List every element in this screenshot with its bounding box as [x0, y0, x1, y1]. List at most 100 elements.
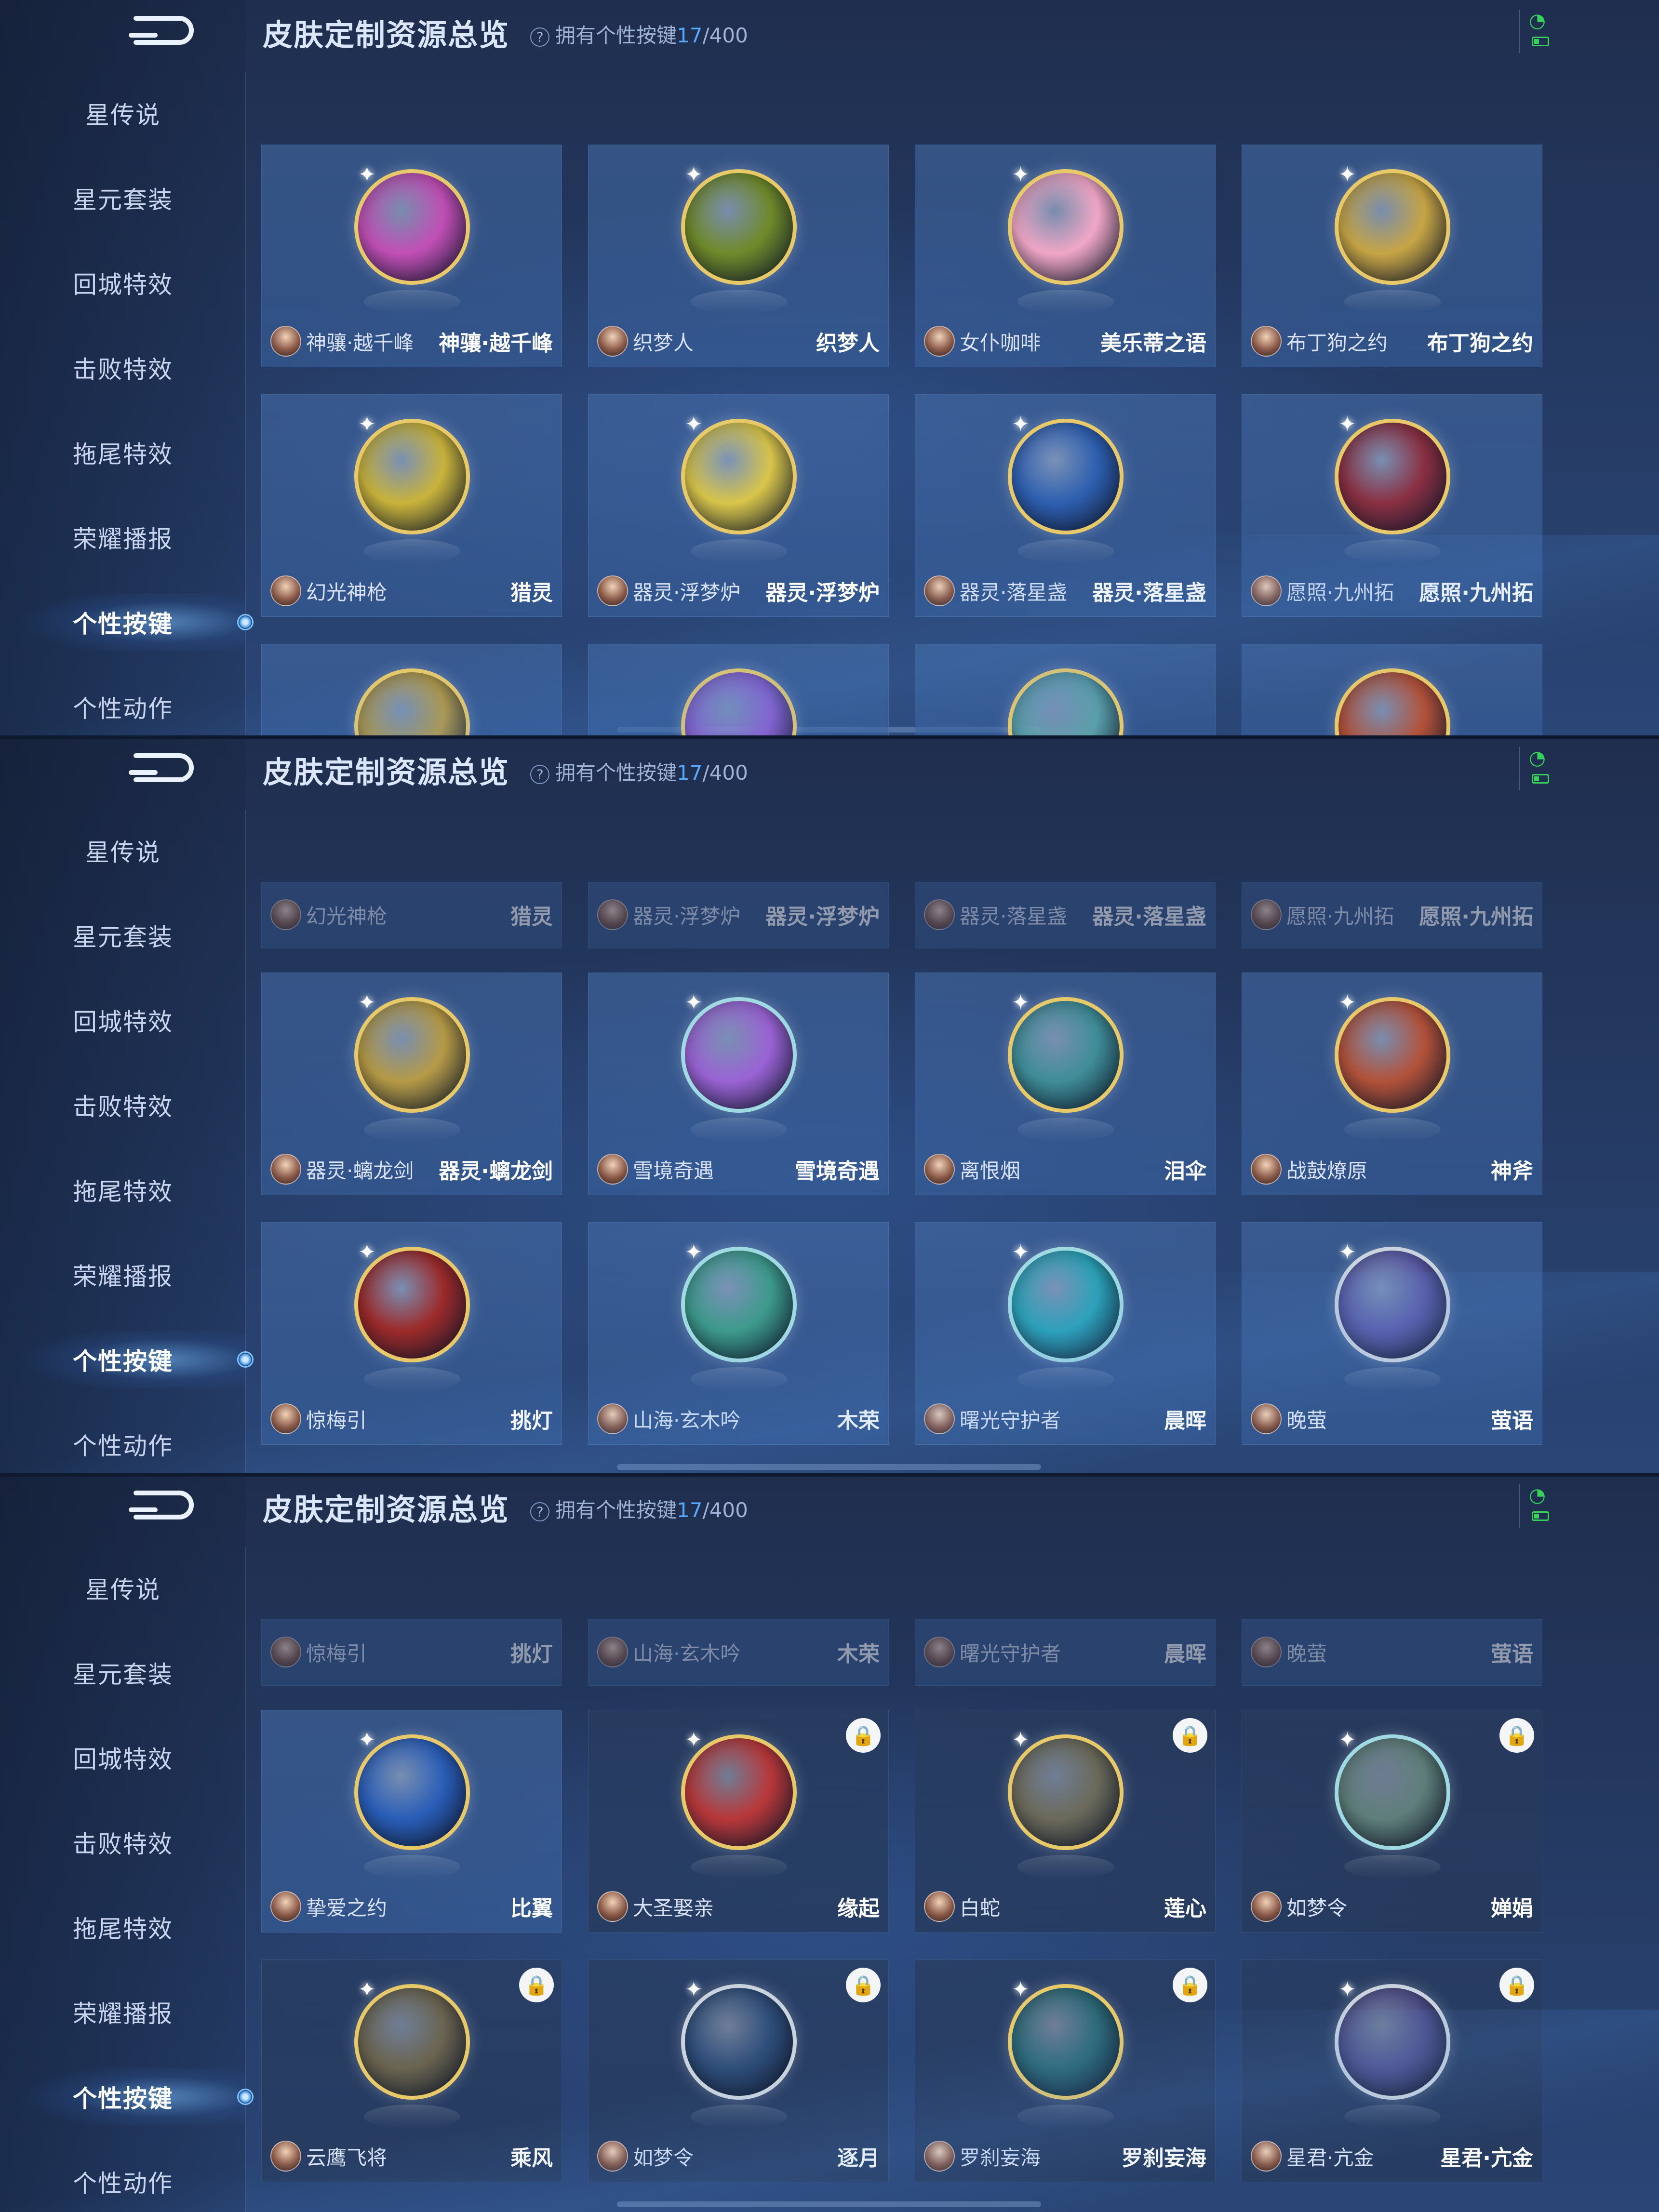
card-footer: 白蛇 莲心 [924, 1890, 1206, 1923]
sidebar-item-8[interactable]: 个性动作 [0, 2153, 246, 2211]
card-footer: 愿照·九州拓 愿照·九州拓 [1251, 574, 1533, 608]
lock-icon[interactable]: 🔒 [1173, 1968, 1207, 2002]
sparkle-icon: ✦ [1338, 990, 1356, 1015]
resource-card-partial[interactable] [588, 644, 889, 737]
key-skin-name: 猎灵 [510, 581, 553, 605]
sidebar-item-6[interactable]: 荣耀播报 [0, 1246, 246, 1304]
help-icon[interactable]: ? [526, 1498, 554, 1525]
hero-skin-name: 器灵·落星盏 [960, 904, 1068, 928]
lock-icon[interactable]: 🔒 [1173, 1718, 1207, 1753]
status-indicators: ◔ [1519, 10, 1553, 53]
resource-card-faded: 山海·玄木吟 木荣 [588, 1619, 889, 1686]
help-icon[interactable]: ? [526, 760, 554, 788]
card-footer: 幻光神枪 猎灵 [270, 574, 553, 608]
resource-card[interactable]: ✦ 离恨烟 泪伞 [915, 973, 1216, 1195]
hero-skin-name: 山海·玄木吟 [633, 1408, 741, 1432]
lock-icon[interactable]: 🔒 [1499, 1968, 1534, 2002]
resource-card[interactable]: ✦ 晚萤 萤语 [1242, 1222, 1542, 1445]
icon-reflection [691, 1855, 787, 1879]
sidebar-item-6[interactable]: 荣耀播报 [0, 1983, 246, 2041]
card-footer: 大圣娶亲 缘起 [597, 1890, 880, 1923]
sidebar-item-6[interactable]: 荣耀播报 [0, 508, 246, 566]
card-footer: 晚萤 萤语 [1251, 1635, 1533, 1669]
resource-card[interactable]: ✦ 神骧·越千峰 神骧·越千峰 [261, 145, 562, 367]
resource-card[interactable]: ✦ 山海·玄木吟 木荣 [588, 1222, 889, 1445]
lock-icon[interactable]: 🔒 [1499, 1718, 1534, 1753]
resource-card[interactable]: ✦ 战鼓燎原 神斧 [1242, 973, 1542, 1195]
hero-avatar [924, 899, 955, 930]
sidebar-item-2[interactable]: 星元套装 [0, 169, 246, 227]
resource-card[interactable]: ✦ 🔒 云鹰飞将 乘风 [261, 1959, 562, 2182]
resource-card[interactable]: ✦ 器灵·螭龙剑 器灵·螭龙剑 [261, 973, 562, 1195]
resource-card-faded: 器灵·浮梦炉 器灵·浮梦炉 [588, 882, 889, 948]
sidebar-item-1[interactable]: 星传说 [0, 822, 246, 879]
hero-avatar [1251, 899, 1282, 930]
resource-card[interactable]: ✦ 织梦人 织梦人 [588, 145, 889, 367]
sidebar-item-4[interactable]: 击败特效 [0, 1076, 246, 1134]
resource-card[interactable]: ✦ 器灵·浮梦炉 器灵·浮梦炉 [588, 394, 889, 617]
lock-icon[interactable]: 🔒 [846, 1718, 881, 1753]
resource-card[interactable]: ✦ 🔒 如梦令 婵娟 [1242, 1710, 1542, 1932]
resource-card[interactable]: ✦ 🔒 白蛇 莲心 [915, 1710, 1216, 1932]
card-footer: 山海·玄木吟 木荣 [597, 1635, 880, 1669]
resource-card[interactable]: ✦ 🔒 如梦令 逐月 [588, 1959, 889, 2182]
lock-icon[interactable]: 🔒 [519, 1968, 554, 2002]
key-skin-name: 猎灵 [510, 905, 553, 929]
card-footer: 罗刹妄海 罗刹妄海 [924, 2139, 1206, 2173]
resource-card[interactable]: ✦ 器灵·落星盏 器灵·落星盏 [915, 394, 1216, 617]
key-skin-name: 晨晖 [1164, 1642, 1206, 1666]
card-footer: 神骧·越千峰 神骧·越千峰 [270, 324, 553, 358]
resource-card-partial[interactable] [915, 644, 1216, 737]
card-footer: 云鹰飞将 乘风 [270, 2139, 553, 2173]
back-arrow-icon[interactable] [126, 9, 199, 47]
key-skin-name: 萤语 [1491, 1409, 1533, 1433]
scrollbar[interactable] [617, 2201, 1041, 2207]
sidebar-item-7[interactable]: 个性按键 [0, 2068, 246, 2126]
resource-card-partial[interactable] [261, 644, 562, 737]
sidebar-item-5[interactable]: 拖尾特效 [0, 1898, 246, 1956]
sidebar-item-1[interactable]: 星传说 [0, 84, 246, 142]
sidebar-item-3[interactable]: 回城特效 [0, 1729, 246, 1786]
resource-card[interactable]: ✦ 🔒 罗刹妄海 罗刹妄海 [915, 1959, 1216, 2182]
sidebar-item-7[interactable]: 个性按键 [0, 1331, 246, 1388]
icon-reflection [1017, 1855, 1114, 1879]
resource-card[interactable]: ✦ 女仆咖啡 美乐蒂之语 [915, 145, 1216, 367]
sidebar-item-5[interactable]: 拖尾特效 [0, 424, 246, 481]
sidebar-item-4[interactable]: 击败特效 [0, 339, 246, 397]
scrollbar[interactable] [617, 1464, 1041, 1470]
resource-card[interactable]: ✦ 布丁狗之约 布丁狗之约 [1242, 145, 1542, 367]
back-arrow-icon[interactable] [126, 1483, 199, 1522]
hero-skin-name: 罗刹妄海 [960, 2145, 1041, 2170]
key-skin-name: 挑灯 [510, 1409, 553, 1433]
sidebar-item-7[interactable]: 个性按键 [0, 593, 246, 651]
sidebar-item-4[interactable]: 击败特效 [0, 1813, 246, 1871]
sidebar-item-8[interactable]: 个性动作 [0, 1415, 246, 1473]
sparkle-icon: ✦ [685, 162, 703, 187]
resource-card[interactable]: ✦ 🔒 星君·亢金 星君·亢金 [1242, 1959, 1542, 2182]
sidebar-item-5[interactable]: 拖尾特效 [0, 1161, 246, 1219]
sidebar-item-1[interactable]: 星传说 [0, 1559, 246, 1617]
resource-card[interactable]: ✦ 幻光神枪 猎灵 [261, 394, 562, 617]
sidebar-item-3[interactable]: 回城特效 [0, 254, 246, 312]
resource-card-partial[interactable] [1242, 644, 1542, 737]
sidebar-item-2[interactable]: 星元套装 [0, 1644, 246, 1702]
card-footer: 布丁狗之约 布丁狗之约 [1251, 324, 1533, 358]
resource-card[interactable]: ✦ 曙光守护者 晨晖 [915, 1222, 1216, 1445]
resource-card[interactable]: ✦ 挚爱之约 比翼 [261, 1710, 562, 1932]
back-arrow-icon[interactable] [126, 746, 199, 785]
resource-card[interactable]: ✦ 雪境奇遇 雪境奇遇 [588, 973, 889, 1195]
resource-card[interactable]: ✦ 愿照·九州拓 愿照·九州拓 [1242, 394, 1542, 617]
sidebar-item-8[interactable]: 个性动作 [0, 678, 246, 736]
icon-reflection [1017, 1367, 1114, 1391]
hero-skin-name: 女仆咖啡 [960, 331, 1041, 355]
hero-skin-name: 惊梅引 [306, 1641, 367, 1666]
lock-icon[interactable]: 🔒 [846, 1968, 881, 2002]
resource-card[interactable]: ✦ 惊梅引 挑灯 [261, 1222, 562, 1445]
help-icon[interactable]: ? [526, 23, 554, 51]
sidebar-item-2[interactable]: 星元套装 [0, 906, 246, 964]
resource-card-faded: 愿照·九州拓 愿照·九州拓 [1242, 882, 1542, 948]
resource-card[interactable]: ✦ 🔒 大圣娶亲 缘起 [588, 1710, 889, 1932]
icon-reflection [691, 1118, 787, 1142]
sidebar-item-3[interactable]: 回城特效 [0, 991, 246, 1049]
hero-avatar [924, 2141, 955, 2172]
